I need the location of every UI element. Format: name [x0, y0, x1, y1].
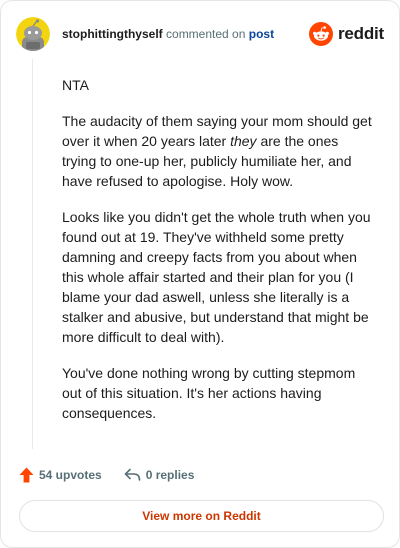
view-more-button[interactable]: View more on Reddit	[19, 500, 384, 532]
comment-paragraph: You've done nothing wrong by cutting ste…	[62, 365, 356, 421]
upvote-button[interactable]: 54 upvotes	[19, 467, 102, 483]
reddit-logo-icon	[308, 22, 333, 46]
username[interactable]: stophittingthyself	[62, 27, 163, 41]
snoo-avatar-icon	[16, 17, 50, 51]
action-text: commented on	[166, 27, 246, 41]
comment-paragraph: Looks like you didn't get the whole trut…	[62, 209, 371, 345]
comment-paragraph: NTA	[62, 77, 89, 93]
avatar[interactable]	[16, 17, 50, 51]
comment-header: stophittingthyself commented on post red…	[16, 16, 384, 52]
comment-paragraph: The audacity of them saying your mom sho…	[62, 113, 372, 189]
reply-count: 0 replies	[145, 468, 195, 482]
comment-body: NTA The audacity of them saying your mom…	[62, 75, 374, 439]
reply-arrow-icon	[124, 468, 141, 481]
upvote-arrow-icon	[19, 467, 34, 483]
reply-button[interactable]: 0 replies	[124, 468, 195, 482]
comment-meta: stophittingthyself commented on post	[62, 26, 274, 42]
post-link[interactable]: post	[249, 27, 274, 41]
thread-line	[32, 59, 33, 449]
reddit-wordmark: reddit	[337, 24, 384, 43]
emphasis-text: they	[230, 133, 257, 149]
comment-card: stophittingthyself commented on post red…	[0, 0, 400, 548]
comment-footer: 54 upvotes 0 replies	[19, 467, 194, 483]
reddit-brand[interactable]: reddit	[308, 22, 384, 46]
upvote-count: 54 upvotes	[39, 468, 102, 482]
